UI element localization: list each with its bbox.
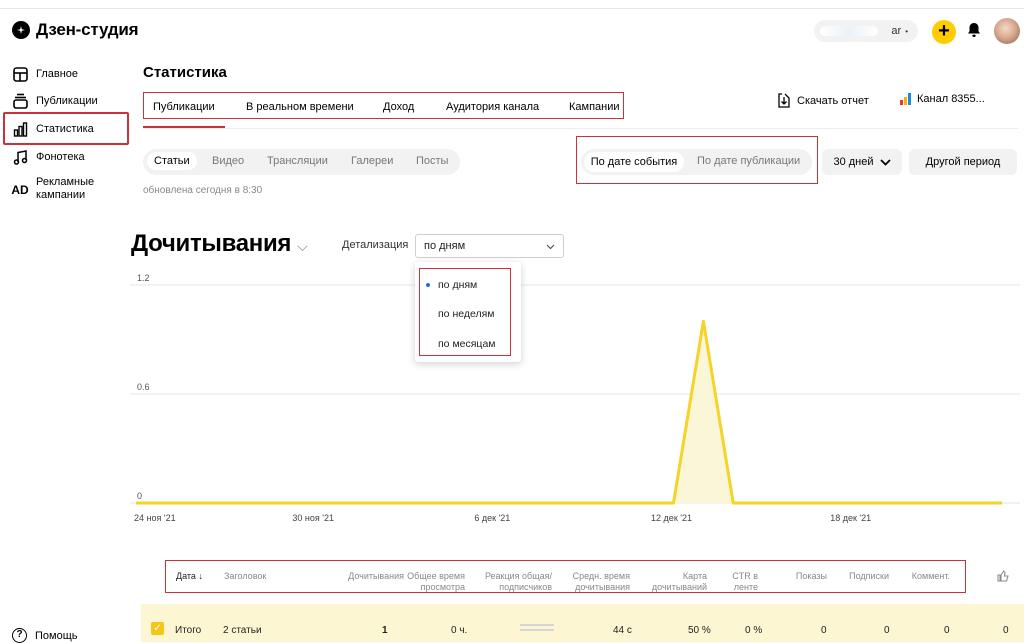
- table-header-ctr[interactable]: CTR в ленте: [718, 571, 758, 593]
- total-views: 0: [821, 625, 827, 636]
- x-tick-label: 6 дек '21: [474, 513, 510, 523]
- total-avg-time: 44 с: [613, 625, 632, 636]
- table-header-comments[interactable]: Коммент.: [900, 571, 950, 582]
- total-time: 0 ч.: [451, 625, 468, 636]
- annotation-highlight-box: [419, 268, 511, 356]
- table-header-read-map[interactable]: Карта дочитываний: [646, 571, 707, 593]
- total-comments: 0: [944, 625, 950, 636]
- table-header-total-time[interactable]: Общее время просмотра: [405, 571, 465, 593]
- chart-series-line: [136, 319, 1002, 505]
- reaction-bars: [520, 624, 554, 632]
- help-label: Помощь: [35, 629, 78, 642]
- table-header-avg-time[interactable]: Средн. время дочитывания: [566, 571, 630, 593]
- table-row-total: [141, 604, 1024, 642]
- total-read-map: 50 %: [688, 625, 711, 636]
- total-title: 2 статьи: [223, 625, 262, 636]
- table-header-date-label: Дата: [176, 571, 196, 581]
- table-header-reaction[interactable]: Реакция общая/ подписчиков: [478, 571, 552, 593]
- x-tick-label: 24 ноя '21: [134, 513, 176, 523]
- x-tick-label: 18 дек '21: [830, 513, 871, 523]
- question-icon: ?: [12, 628, 27, 643]
- total-label: Итого: [175, 625, 202, 636]
- like-icon[interactable]: [997, 570, 1009, 582]
- sort-arrow-icon: ↓: [198, 571, 203, 581]
- chart-x-ticks: 24 ноя '21 30 ноя '21 6 дек '21 12 дек '21 1…: [134, 513, 871, 523]
- table-header-views[interactable]: Показы: [780, 571, 827, 582]
- table-header-subscriptions[interactable]: Подписки: [836, 571, 889, 582]
- chart-y-ticks: 1.2 0.6 0: [137, 273, 150, 501]
- table-header-date[interactable]: Дата ↓: [176, 571, 203, 582]
- total-reads: 1: [382, 625, 388, 636]
- table-header-title[interactable]: Заголовок: [224, 571, 266, 582]
- total-ctr: 0 %: [745, 625, 763, 636]
- table-header-reads[interactable]: Дочитывания: [330, 571, 404, 582]
- help-link[interactable]: ? Помощь: [12, 628, 78, 643]
- chart-area-fill: [136, 321, 1002, 503]
- chart-grid: [130, 284, 1020, 504]
- select-all-checkbox[interactable]: ✓: [151, 622, 164, 635]
- x-tick-label: 12 дек '21: [651, 513, 692, 523]
- total-subs: 0: [884, 625, 890, 636]
- y-tick-label: 0.6: [137, 382, 150, 392]
- y-tick-label: 1.2: [137, 273, 150, 283]
- x-tick-label: 30 ноя '21: [292, 513, 334, 523]
- total-likes: 0: [1003, 625, 1009, 636]
- y-tick-label: 0: [137, 491, 142, 501]
